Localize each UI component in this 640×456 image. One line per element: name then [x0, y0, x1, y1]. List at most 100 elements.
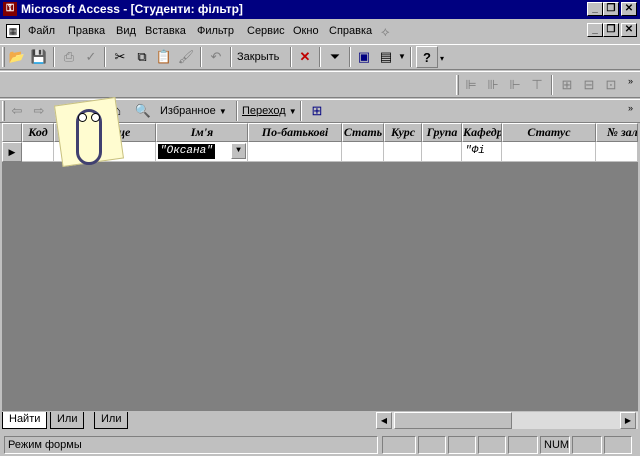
tab-or-1[interactable]: Или [50, 412, 85, 429]
doc-close-button[interactable]: ✕ [621, 23, 637, 37]
toolbar-more-icon[interactable]: ▾ [440, 54, 444, 63]
cell-dropdown-icon[interactable]: ▼ [231, 143, 246, 159]
help-icon[interactable]: ? [416, 46, 438, 68]
close-filter-button[interactable]: Закрыть [237, 49, 279, 65]
cut-icon[interactable]: ✂ [109, 46, 131, 68]
align-top-icon[interactable]: ⊤ [526, 74, 548, 96]
spacing-icon[interactable]: ⊟ [578, 74, 600, 96]
menu-insert[interactable]: Вставка [145, 24, 186, 39]
menu-window[interactable]: Окно [293, 24, 319, 39]
horizontal-scrollbar[interactable]: ◀ ▶ [376, 412, 638, 429]
cell-kod[interactable] [22, 142, 54, 162]
clippy-eye-left [78, 113, 87, 122]
apply-filter-icon[interactable]: ⏷ [324, 46, 346, 68]
forward-arrow-icon[interactable]: ⇨ [28, 100, 50, 122]
menu-tools[interactable]: Сервис [247, 24, 285, 39]
separator [53, 47, 55, 67]
document-icon[interactable]: ▦ [6, 24, 20, 38]
menu-edit[interactable]: Правка [68, 24, 105, 39]
standard-toolbar: 📂 💾 ⎙ ✓ ✂ ⧉ 📋 🖌 ↶ Закрыть ✕ ⏷ ▣ ▤ ▼ ? ▾ [0, 44, 640, 70]
toolbar-overflow-icon[interactable]: » [628, 103, 633, 113]
restore-button[interactable]: ❐ [603, 2, 619, 16]
copy-icon[interactable]: ⧉ [131, 46, 153, 68]
scroll-thumb[interactable] [394, 412, 512, 429]
row-selector-arrow-icon[interactable]: ▶ [2, 142, 22, 162]
search-web-icon[interactable]: 🔍 [132, 100, 154, 122]
cell-kurs[interactable] [384, 142, 422, 162]
undo-icon[interactable]: ↶ [205, 46, 227, 68]
cell-nomer-zal[interactable] [596, 142, 638, 162]
toolbar-grip[interactable] [2, 101, 5, 121]
new-object-dropdown-icon[interactable]: ▼ [398, 52, 406, 61]
scroll-right-icon[interactable]: ▶ [620, 412, 636, 429]
column-header-hrupa[interactable]: Група [422, 123, 462, 142]
tab-find[interactable]: Найти [2, 412, 48, 429]
column-header-kod[interactable]: Код [22, 123, 54, 142]
status-panel [448, 436, 476, 454]
column-header-status[interactable]: Статус [502, 123, 596, 142]
separator [300, 101, 302, 121]
print-icon[interactable]: ⎙ [58, 46, 80, 68]
menu-view[interactable]: Вид [116, 24, 136, 39]
go-label: Переход [242, 105, 286, 117]
align-left-icon[interactable]: ⊫ [460, 74, 482, 96]
paste-icon[interactable]: 📋 [153, 46, 175, 68]
clippy-eye-right [91, 113, 100, 122]
back-arrow-icon[interactable]: ⇦ [6, 100, 28, 122]
favorites-menu[interactable]: Избранное ▼ [160, 103, 227, 119]
column-header-kafedra[interactable]: Кафедра [462, 123, 502, 142]
show-web-toolbar-icon[interactable]: ⊞ [306, 100, 328, 122]
status-mode: Режим формы [4, 436, 378, 454]
window-title: Microsoft Access - [Студенти: фільтр] [21, 2, 243, 16]
cell-hrupa[interactable] [422, 142, 462, 162]
doc-restore-button[interactable]: ❐ [603, 23, 619, 37]
go-menu[interactable]: Переход ▼ [242, 103, 297, 119]
doc-minimize-button[interactable]: _ [587, 23, 603, 37]
favorites-dropdown-icon: ▼ [218, 107, 227, 116]
minimize-button[interactable]: _ [587, 2, 603, 16]
new-object-icon[interactable]: ▤ [375, 46, 397, 68]
toolbar-grip[interactable] [456, 75, 459, 95]
save-icon[interactable]: 💾 [28, 46, 50, 68]
close-button[interactable]: ✕ [621, 2, 637, 16]
menu-file[interactable]: Файл [28, 24, 55, 39]
grid-align-icon[interactable]: ⊡ [600, 74, 622, 96]
size-to-fit-icon[interactable]: ⊞ [556, 74, 578, 96]
column-header-imya[interactable]: Ім'я [156, 123, 248, 142]
separator [319, 47, 321, 67]
cell-po-batkovi[interactable] [248, 142, 342, 162]
align-center-icon[interactable]: ⊪ [482, 74, 504, 96]
status-bar: Режим формы NUM [0, 434, 640, 456]
toolbar-overflow-icon[interactable]: » [628, 76, 633, 86]
column-header-stat[interactable]: Стать [342, 123, 384, 142]
align-right-icon[interactable]: ⊩ [504, 74, 526, 96]
scroll-left-icon[interactable]: ◀ [376, 412, 392, 429]
status-panel [418, 436, 446, 454]
spelling-icon[interactable]: ✓ [80, 46, 102, 68]
column-header-kurs[interactable]: Курс [384, 123, 422, 142]
cell-kafedra[interactable]: "Фі [462, 142, 502, 162]
tab-or-2[interactable]: Или [94, 412, 129, 429]
cell-imya-value: "Оксана" [158, 144, 215, 159]
toolbar-grip[interactable] [2, 47, 5, 67]
menu-filter[interactable]: Фильтр [197, 24, 234, 39]
clear-grid-icon[interactable]: ✕ [294, 46, 316, 68]
open-folder-icon[interactable]: 📂 [6, 46, 28, 68]
column-header-nomer-zal[interactable]: № зал [596, 123, 638, 142]
title-bar[interactable]: ⚿ Microsoft Access - [Студенти: фільтр] … [0, 0, 640, 19]
separator [349, 47, 351, 67]
cell-imya[interactable]: "Оксана" ▼ [156, 142, 248, 162]
format-painter-icon[interactable]: 🖌 [175, 46, 197, 68]
access-key-icon: ⚿ [3, 2, 17, 16]
status-panel [604, 436, 632, 454]
menu-help[interactable]: Справка [329, 24, 372, 39]
status-num: NUM [540, 436, 570, 454]
database-window-icon[interactable]: ▣ [353, 46, 375, 68]
help-diamond-icon: ⟡ [381, 24, 390, 39]
grid-corner[interactable] [2, 123, 22, 142]
column-header-po-batkovi[interactable]: По-батькові [248, 123, 342, 142]
cell-status[interactable] [502, 142, 596, 162]
filter-grid[interactable]: Код Прізвище Ім'я По-батькові Стать Курс… [2, 96, 638, 411]
status-panel [508, 436, 538, 454]
cell-stat[interactable] [342, 142, 384, 162]
